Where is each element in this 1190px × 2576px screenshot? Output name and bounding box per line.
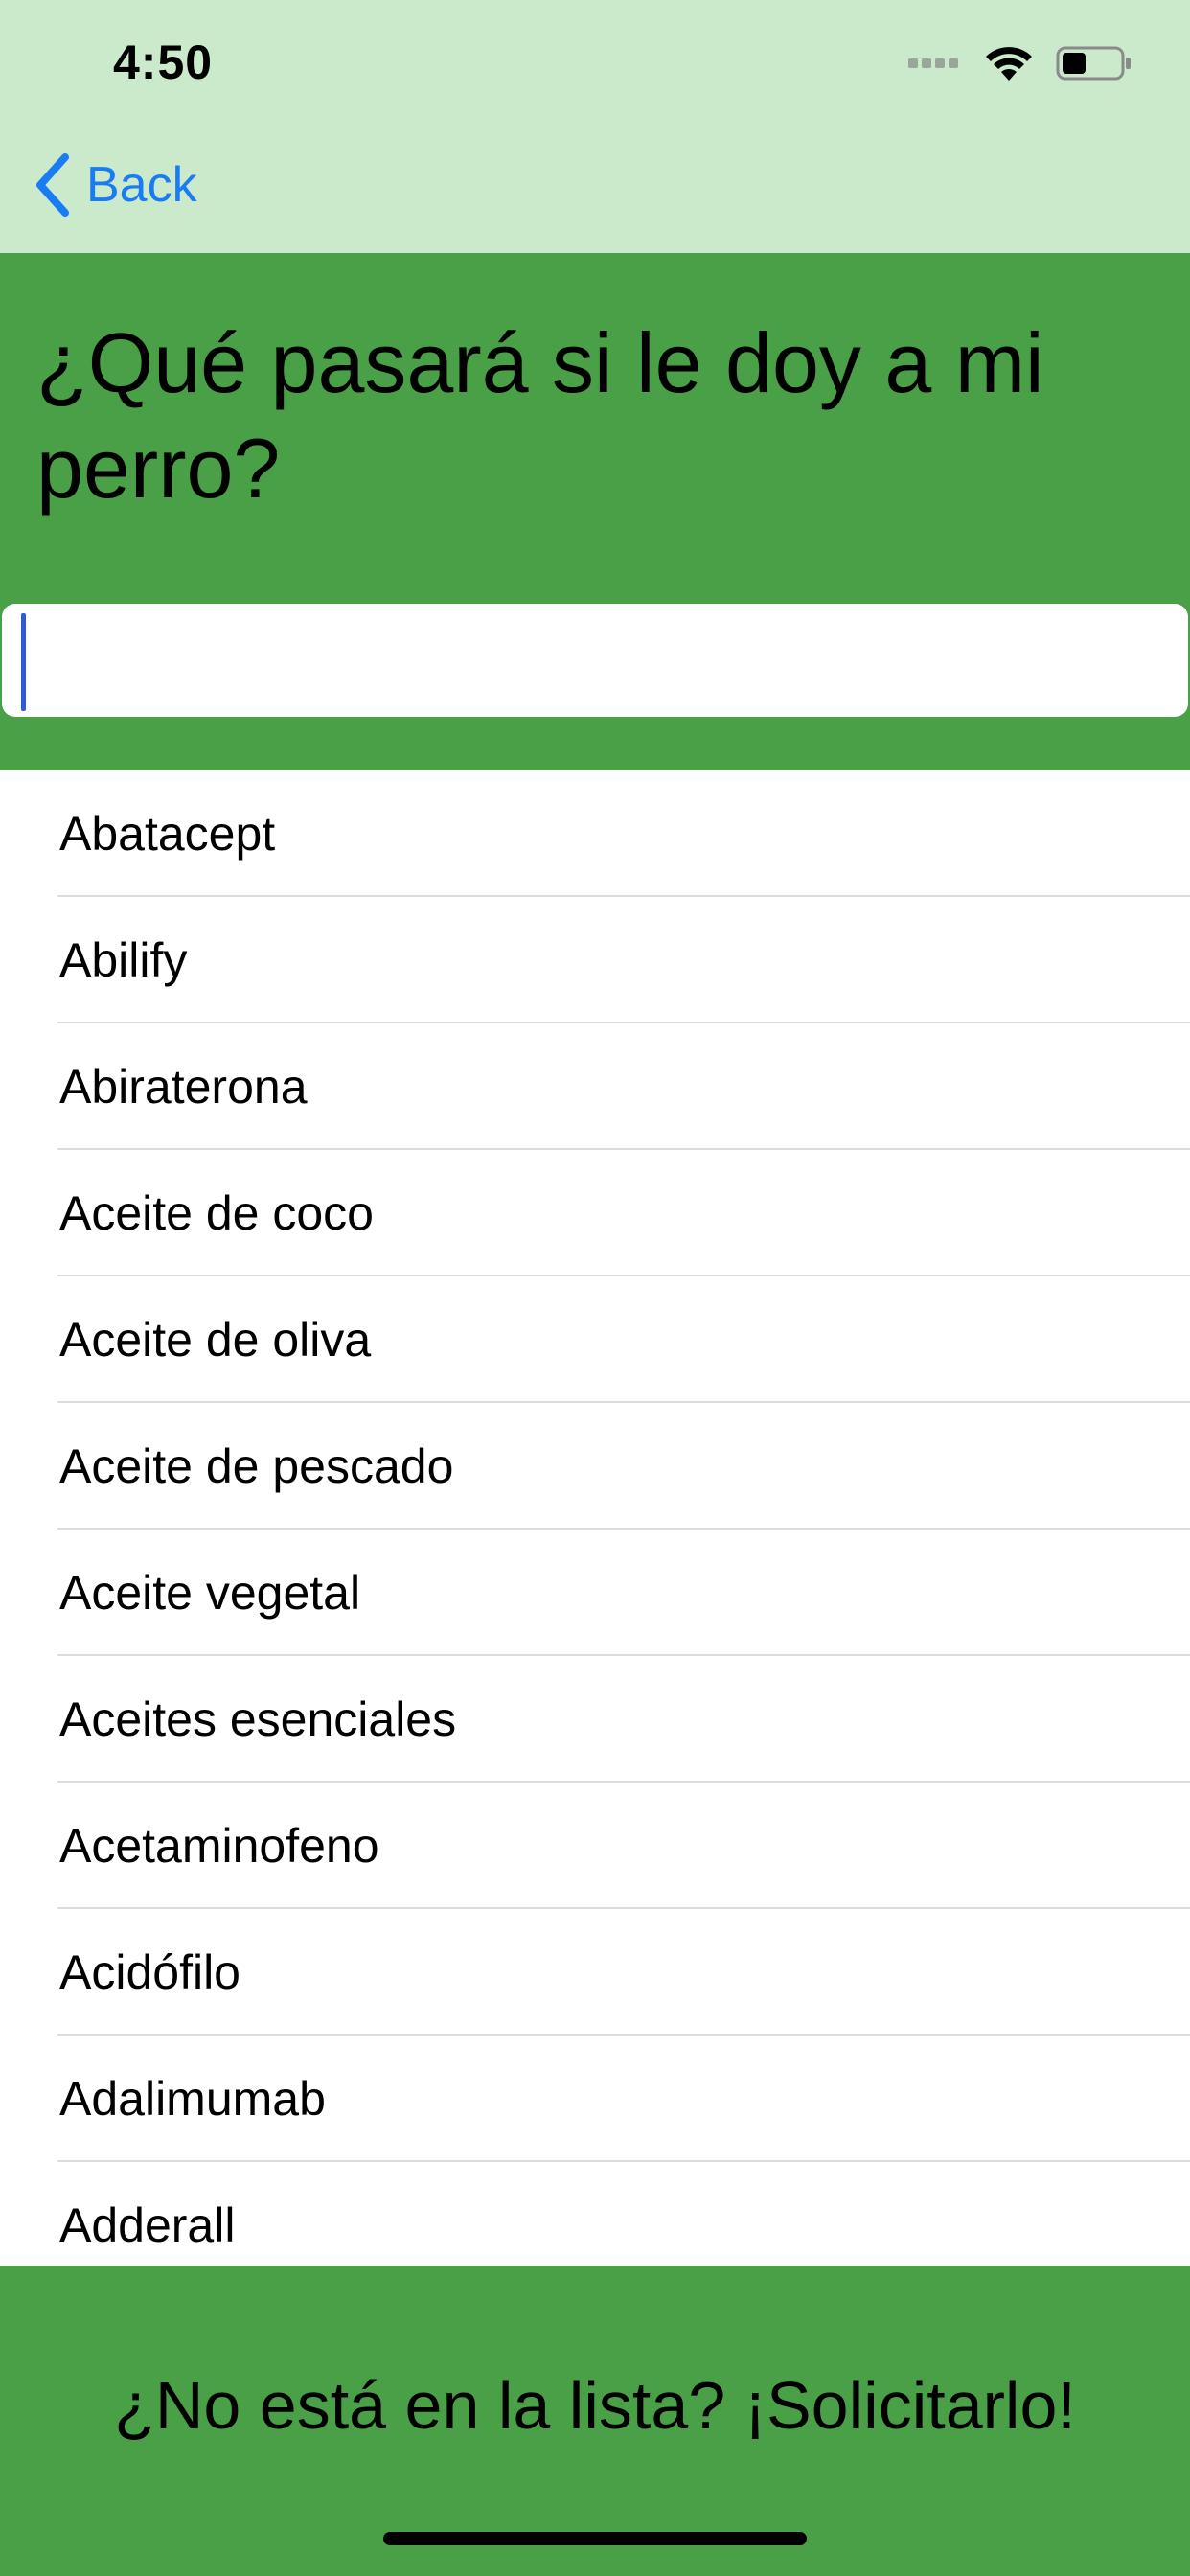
search-field[interactable]	[2, 604, 1188, 717]
page-title: ¿Qué pasará si le doy a mi perro?	[36, 315, 1044, 516]
list-item-label: Adalimumab	[59, 2072, 326, 2126]
wifi-icon	[986, 47, 1032, 80]
request-item-label: ¿No está en la lista? ¡Solicitarlo!	[114, 2368, 1076, 2443]
navigation-bar: 4:50 Back	[0, 0, 1190, 253]
list-item-label: Adderall	[59, 2198, 236, 2252]
list-item-label: Aceite de oliva	[59, 1313, 372, 1367]
list-item[interactable]: Adalimumab	[0, 2036, 1190, 2162]
list-item-label: Acidófilo	[59, 1945, 240, 1999]
list-item[interactable]: Aceite de coco	[0, 1150, 1190, 1276]
list-item[interactable]: Adderall	[0, 2162, 1190, 2266]
list-item-label: Abilify	[59, 933, 188, 987]
status-icons	[908, 44, 1133, 82]
list-item-label: Acetaminofeno	[59, 1819, 379, 1873]
battery-icon	[1056, 46, 1131, 80]
list-item-label: Aceite de pescado	[59, 1439, 454, 1493]
status-time: 4:50	[113, 35, 214, 89]
chevron-left-icon	[36, 153, 69, 217]
search-input[interactable]	[2, 604, 1188, 717]
back-button[interactable]: Back	[34, 153, 197, 217]
list-item[interactable]: Abilify	[0, 897, 1190, 1024]
list-item[interactable]: Aceite vegetal	[0, 1530, 1190, 1656]
list-item[interactable]: Acidófilo	[0, 1909, 1190, 2036]
list-item-label: Abiraterona	[59, 1060, 308, 1114]
list-item[interactable]: Acetaminofeno	[0, 1782, 1190, 1909]
header: ¿Qué pasará si le doy a mi perro?	[0, 253, 1190, 770]
list-item[interactable]: Abatacept	[0, 770, 1190, 897]
request-item-button[interactable]: ¿No está en la lista? ¡Solicitarlo!	[0, 2266, 1190, 2576]
item-list[interactable]: Abatacept Abilify Abiraterona Aceite de …	[0, 770, 1190, 2266]
list-item[interactable]: Abiraterona	[0, 1024, 1190, 1150]
list-item-label: Abatacept	[59, 807, 276, 861]
signal-icon	[908, 58, 962, 68]
list-item[interactable]: Aceites esenciales	[0, 1656, 1190, 1782]
list-item-label: Aceite de coco	[59, 1186, 374, 1240]
list-item[interactable]: Aceite de pescado	[0, 1403, 1190, 1530]
list-item-label: Aceite vegetal	[59, 1566, 361, 1620]
back-label: Back	[86, 157, 197, 213]
text-cursor	[21, 613, 26, 711]
list-item-label: Aceites esenciales	[59, 1692, 457, 1746]
list-item[interactable]: Aceite de oliva	[0, 1276, 1190, 1403]
home-indicator[interactable]	[383, 2532, 807, 2545]
